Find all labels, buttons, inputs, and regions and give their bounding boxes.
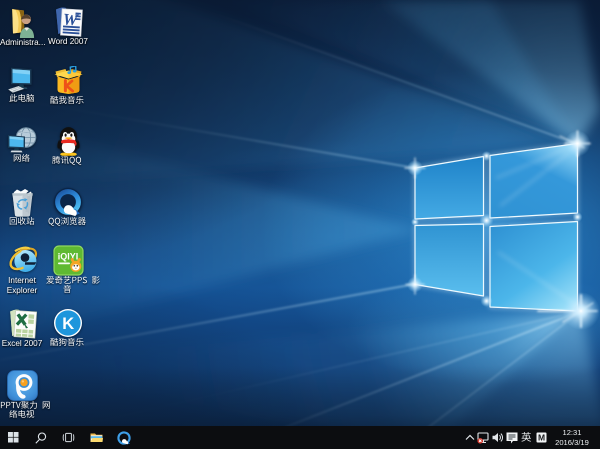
svg-text:M: M	[538, 432, 545, 442]
svg-text:iQIYI: iQIYI	[57, 252, 78, 262]
svg-text:K: K	[62, 315, 74, 333]
